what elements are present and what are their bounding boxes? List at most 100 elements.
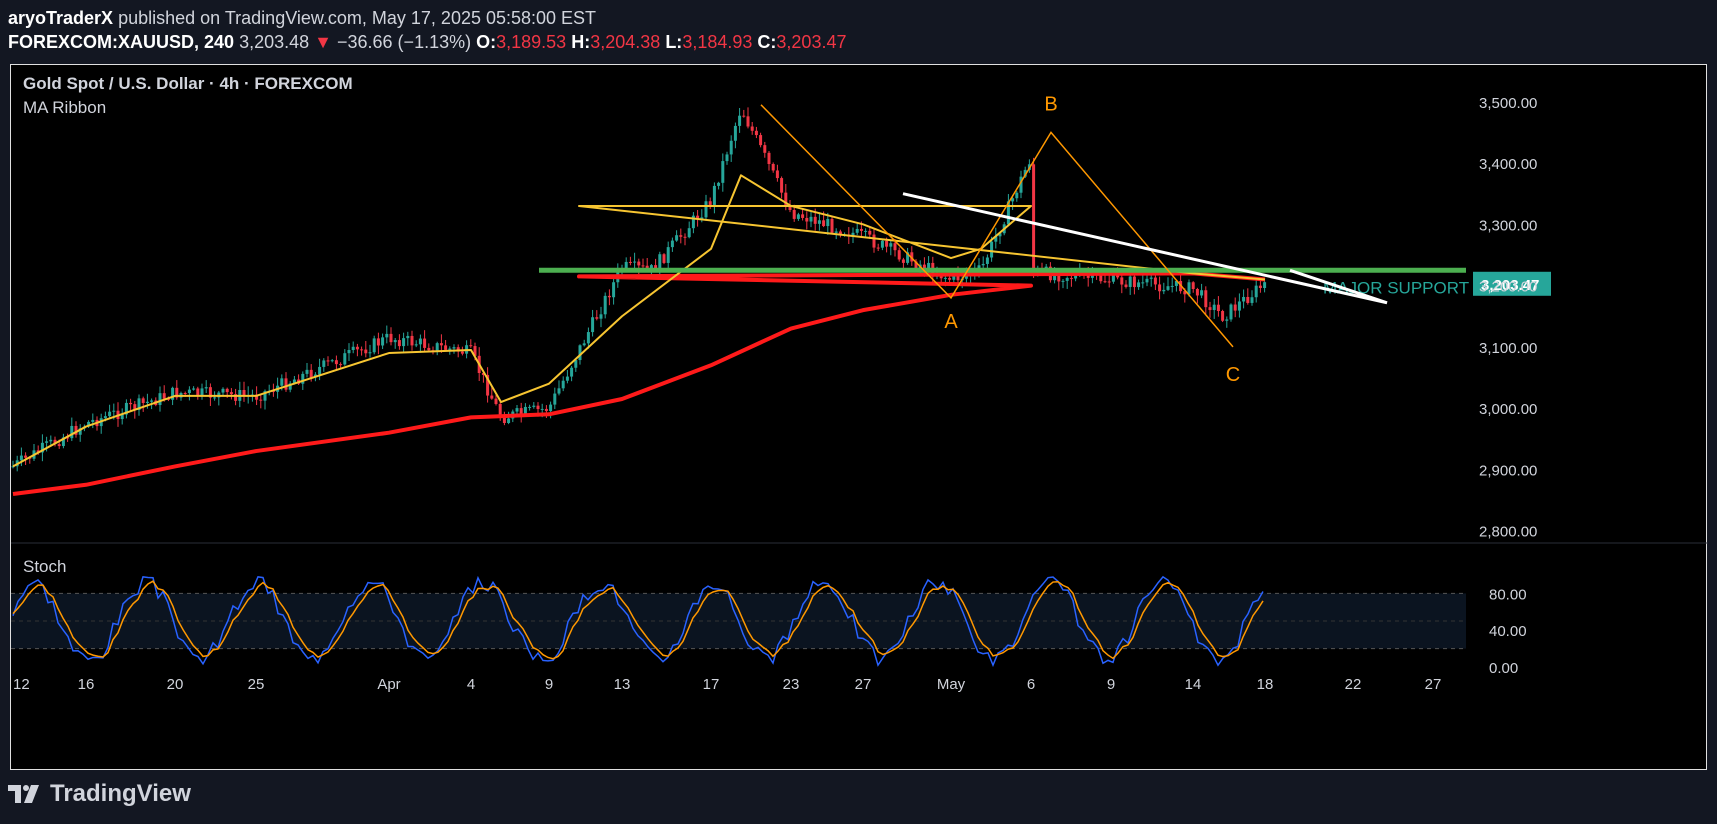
- footer: TradingView: [8, 780, 191, 808]
- candle-body: [334, 360, 338, 365]
- candle-body: [414, 344, 418, 346]
- wave-label-a: A: [944, 311, 958, 333]
- candle-body: [591, 317, 595, 333]
- x-tick-label: 25: [248, 676, 265, 693]
- brand-name[interactable]: TradingView: [50, 780, 191, 808]
- candle-body: [364, 349, 368, 354]
- ma-fast-line: [12, 174, 1266, 468]
- stoch-tick-label: 0.00: [1489, 660, 1518, 677]
- candle-body: [595, 317, 599, 319]
- candle-body: [45, 441, 49, 443]
- open-value: 3,189.53: [496, 32, 567, 52]
- candle-body: [859, 228, 863, 231]
- candle-body: [507, 418, 511, 424]
- ma-ribbon-legend[interactable]: MA Ribbon: [23, 98, 106, 117]
- candle-body: [423, 338, 427, 348]
- candle-body: [204, 387, 208, 389]
- y-tick-label: 3,400.00: [1479, 156, 1537, 173]
- candle-body: [410, 335, 414, 346]
- candle-body: [183, 393, 187, 395]
- stoch-tick-label: 80.00: [1489, 586, 1527, 603]
- candle-body: [763, 145, 767, 153]
- x-tick-label: 20: [167, 676, 184, 693]
- candle-body: [1225, 319, 1229, 321]
- candle-body: [1141, 282, 1145, 284]
- candle-body: [1137, 282, 1141, 288]
- stoch-legend[interactable]: Stoch: [23, 557, 66, 576]
- candle-body: [158, 393, 162, 406]
- candle-body: [729, 140, 733, 155]
- candle-body: [1061, 280, 1065, 282]
- candle-body: [641, 265, 645, 267]
- candle-body: [1229, 304, 1233, 320]
- candle-body: [1128, 276, 1132, 287]
- candle-body: [725, 154, 729, 162]
- candle-body: [19, 455, 23, 461]
- candle-body: [540, 408, 544, 410]
- candle-body: [259, 399, 263, 401]
- candle-body: [1099, 275, 1103, 282]
- candle-body: [523, 406, 527, 414]
- candle-body: [704, 201, 708, 218]
- candle-body: [444, 345, 448, 350]
- candle-body: [229, 392, 233, 395]
- y-tick-label: 3,100.00: [1479, 340, 1537, 357]
- candle-body: [855, 228, 859, 233]
- candle-body: [397, 340, 401, 347]
- x-tick-label: 23: [783, 676, 800, 693]
- candle-body: [187, 389, 191, 394]
- candle-body: [318, 366, 322, 375]
- x-tick-label: 27: [1425, 676, 1442, 693]
- candle-body: [683, 236, 687, 238]
- symbol-label[interactable]: FOREXCOM:XAUUSD, 240: [8, 32, 234, 52]
- candle-body: [70, 425, 74, 439]
- candle-body: [721, 161, 725, 183]
- candle-body: [376, 338, 380, 346]
- candle-body: [1246, 296, 1250, 303]
- candle-body: [565, 376, 569, 381]
- candle-body: [330, 360, 334, 362]
- candle-body: [582, 343, 586, 346]
- candle-body: [385, 333, 389, 338]
- candle-body: [225, 388, 229, 393]
- chart-panel[interactable]: MAJOR SUPPORT A B C 3,203.47 2,800.00 2,900.0…: [10, 64, 1708, 771]
- candle-body: [662, 254, 666, 263]
- candle-body: [557, 388, 561, 394]
- candle-body: [666, 247, 670, 263]
- candle-body: [754, 130, 758, 136]
- candle-body: [402, 338, 406, 347]
- candle-body: [1103, 281, 1107, 283]
- candle-body: [515, 408, 519, 412]
- candle-body: [284, 378, 288, 390]
- candle-body: [355, 346, 359, 350]
- low-label: L:: [665, 32, 683, 52]
- stoch-tick-label: 40.00: [1489, 623, 1527, 640]
- candle-body: [775, 170, 779, 179]
- candle-body: [452, 347, 456, 349]
- candle-body: [339, 364, 343, 366]
- candle-body: [834, 231, 838, 233]
- candle-body: [759, 135, 763, 146]
- candle-body: [389, 333, 393, 343]
- candle-body: [150, 400, 154, 402]
- candle-body: [221, 388, 225, 393]
- candle-body: [897, 250, 901, 260]
- candle-body: [372, 338, 376, 353]
- candle-body: [439, 343, 443, 346]
- candle-body: [570, 367, 574, 377]
- candle-body: [360, 349, 364, 351]
- candle-body: [901, 259, 905, 263]
- price-chart[interactable]: MAJOR SUPPORTABC3,203.47 2,800.002,900.0…: [11, 65, 1708, 771]
- candle-body: [103, 416, 107, 419]
- candle-body: [1166, 286, 1170, 290]
- candle-body: [393, 340, 397, 343]
- high-label: H:: [571, 32, 591, 52]
- author-name[interactable]: aryoTraderX: [8, 8, 113, 28]
- candle-body: [57, 444, 61, 447]
- candle-body: [435, 343, 439, 352]
- candle-body: [460, 351, 464, 354]
- candle-body: [1069, 277, 1073, 279]
- candle-body: [943, 277, 947, 279]
- candle-body: [1153, 277, 1157, 285]
- candle-body: [675, 235, 679, 241]
